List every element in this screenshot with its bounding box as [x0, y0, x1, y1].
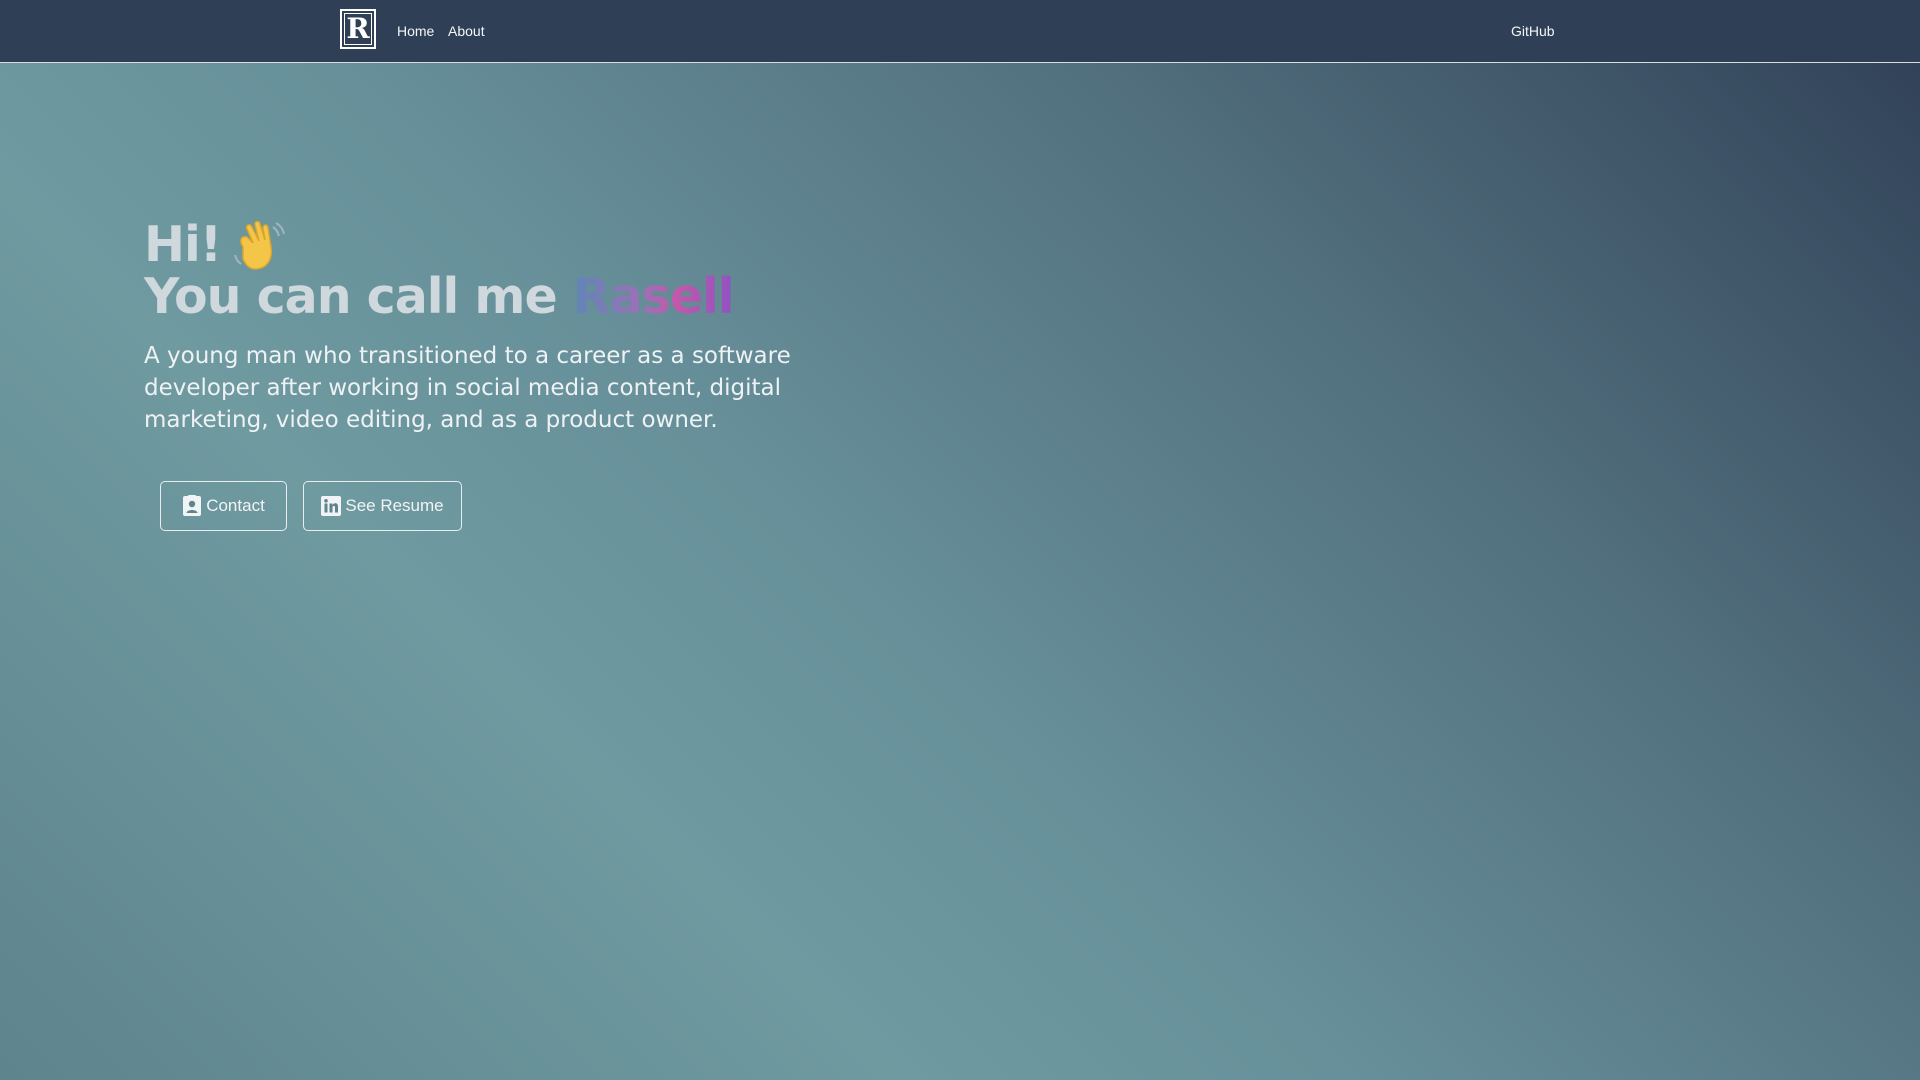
contact-button[interactable]: Contact	[160, 481, 287, 531]
contact-button-label: Contact	[206, 496, 265, 515]
linkedin-icon	[321, 496, 342, 516]
waving-hand-icon	[229, 217, 287, 273]
see-resume-button[interactable]: See Resume	[303, 481, 462, 531]
hero-greeting: Hi!	[144, 218, 844, 271]
nav-link-about[interactable]: About	[448, 22, 485, 40]
logo[interactable]: R	[340, 9, 376, 49]
hero-name: Rasell	[572, 268, 735, 325]
see-resume-button-label: See Resume	[345, 496, 444, 515]
greeting-text: Hi!	[144, 216, 222, 273]
hero-description: A young man who transitioned to a career…	[144, 343, 791, 434]
nav-link-github[interactable]: GitHub	[1511, 22, 1555, 40]
hero-title-prefix: You can call me	[144, 268, 573, 325]
contact-card-icon	[182, 495, 202, 517]
hero-title: You can call me Rasell	[144, 271, 844, 322]
top-navbar: R Home About GitHub	[0, 0, 1920, 63]
logo-letter: R	[344, 13, 372, 45]
nav-link-home[interactable]: Home	[397, 22, 434, 40]
hero-section: Hi! You can call me Rasell A young man w…	[144, 218, 844, 436]
